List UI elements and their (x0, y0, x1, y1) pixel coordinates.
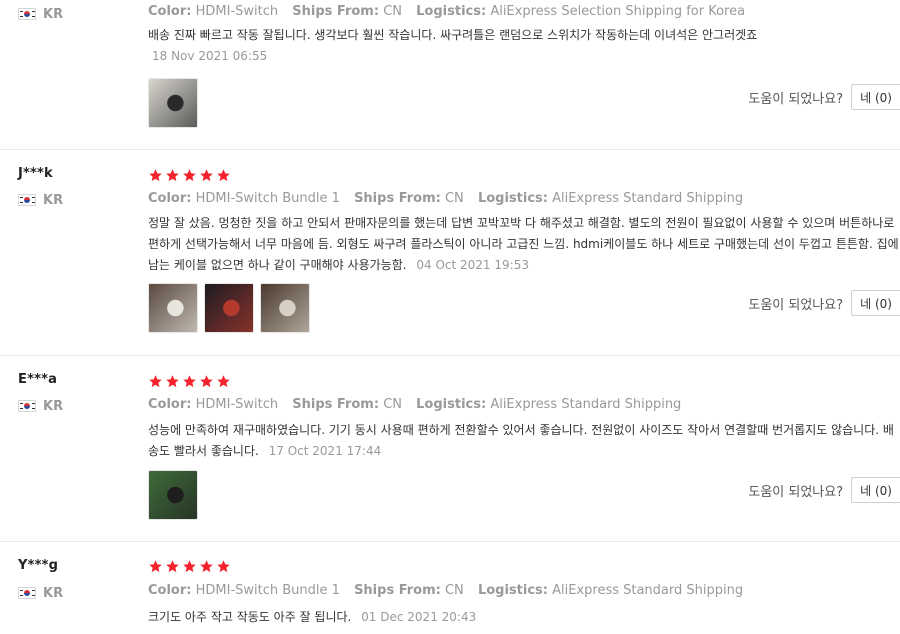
star-icon (166, 375, 179, 388)
review-content: 정말 잘 샀음. 멍청한 짓을 하고 안되서 판매자문의를 했는데 답변 꼬박꼬… (148, 213, 900, 276)
star-icon (200, 169, 213, 182)
logistics-value: AliExpress Standard Shipping (552, 191, 744, 206)
star-icon (217, 560, 230, 573)
country: KR (18, 6, 63, 22)
country-code: KR (43, 398, 64, 414)
review-content: 배송 진짜 빠르고 작동 잘됩니다. 생각보다 훨씬 작습니다. 싸구려틀은 랜… (148, 25, 900, 67)
review-sku-info: Color: HDMI-Switch Bundle 1 Ships From: … (148, 583, 753, 598)
korea-flag-icon (18, 587, 36, 599)
separator (0, 149, 900, 150)
star-icon (166, 169, 179, 182)
review-photos (148, 470, 198, 520)
review-sku-info: Color: HDMI-Switch Bundle 1 Ships From: … (148, 191, 753, 206)
review-photos (148, 78, 198, 128)
color-label: Color: (148, 397, 192, 412)
star-icon (149, 560, 162, 573)
logistics-value: AliExpress Standard Shipping (490, 397, 682, 412)
review-photo[interactable] (148, 470, 198, 520)
color-value: HDMI-Switch Bundle 1 (195, 191, 340, 206)
color-label: Color: (148, 583, 192, 598)
star-rating (148, 168, 231, 183)
ships-from-label: Ships From: (354, 191, 441, 206)
logistics-label: Logistics: (416, 397, 487, 412)
review-content: 크기도 아주 작고 작동도 아주 잘 됩니다. 01 Dec 2021 20:4… (148, 607, 900, 628)
review-photo[interactable] (204, 283, 254, 333)
star-rating (148, 559, 231, 574)
star-rating (148, 374, 231, 389)
star-icon (149, 169, 162, 182)
helpful-section: 도움이 되었나요? 네 (0) (748, 477, 900, 503)
star-icon (217, 169, 230, 182)
review-text: 배송 진짜 빠르고 작동 잘됩니다. 생각보다 훨씬 작습니다. 싸구려틀은 랜… (148, 28, 758, 42)
star-icon (200, 560, 213, 573)
star-icon (166, 560, 179, 573)
logistics-label: Logistics: (477, 191, 548, 206)
helpful-label: 도움이 되었나요? (748, 91, 844, 107)
color-label: Color: (148, 191, 192, 206)
color-value: HDMI-Switch Bundle 1 (195, 583, 340, 598)
country: KR (18, 585, 63, 601)
review-photo[interactable] (260, 283, 310, 333)
ships-from-label: Ships From: (292, 397, 380, 412)
star-icon (183, 375, 196, 388)
ships-from-value: CN (444, 191, 464, 206)
logistics-label: Logistics: (477, 583, 548, 598)
star-icon (217, 375, 230, 388)
review-date: 04 Oct 2021 19:53 (416, 258, 529, 272)
country-code: KR (43, 192, 64, 208)
star-icon (183, 560, 196, 573)
helpful-label: 도움이 되었나요? (748, 484, 844, 500)
review-sku-info: Color: HDMI-Switch Ships From: CN Logist… (148, 397, 691, 412)
review-photos (148, 283, 310, 333)
korea-flag-icon (18, 400, 36, 412)
ships-from-value: CN (383, 4, 402, 19)
review-photo[interactable] (148, 78, 198, 128)
korea-flag-icon (18, 8, 36, 20)
color-label: Color: (148, 4, 192, 19)
helpful-yes-button[interactable]: 네 (0) (851, 84, 900, 110)
star-icon (183, 169, 196, 182)
ships-from-value: CN (444, 583, 464, 598)
helpful-label: 도움이 되었나요? (748, 297, 844, 313)
review-content: 성능에 만족하여 재구매하였습니다. 기기 동시 사용때 편하게 전환할수 있어… (148, 420, 900, 462)
star-icon (149, 375, 162, 388)
helpful-section: 도움이 되었나요? 네 (0) (748, 290, 900, 316)
logistics-value: AliExpress Standard Shipping (552, 583, 744, 598)
logistics-value: AliExpress Selection Shipping for Korea (490, 4, 746, 19)
separator (0, 541, 900, 542)
review-date: 18 Nov 2021 06:55 (152, 49, 268, 63)
korea-flag-icon (18, 194, 36, 206)
ships-from-label: Ships From: (354, 583, 441, 598)
logistics-label: Logistics: (416, 4, 487, 19)
helpful-yes-button[interactable]: 네 (0) (851, 290, 900, 316)
ships-from-value: CN (383, 397, 402, 412)
country-code: KR (43, 585, 64, 601)
ships-from-label: Ships From: (292, 4, 380, 19)
separator (0, 355, 900, 356)
review-text: 성능에 만족하여 재구매하였습니다. 기기 동시 사용때 편하게 전환할수 있어… (148, 423, 894, 458)
star-icon (200, 375, 213, 388)
reviewer-name: Y***g (18, 558, 59, 573)
color-value: HDMI-Switch (195, 397, 279, 412)
review-date: 17 Oct 2021 17:44 (268, 444, 382, 458)
country-code: KR (43, 6, 64, 22)
review-text: 크기도 아주 작고 작동도 아주 잘 됩니다. (148, 610, 352, 624)
review-sku-info: Color: HDMI-Switch Ships From: CN Logist… (148, 4, 755, 19)
reviewer-name: E***a (18, 372, 58, 387)
color-value: HDMI-Switch (195, 4, 279, 19)
review-date: 01 Dec 2021 20:43 (361, 610, 477, 624)
country: KR (18, 192, 63, 208)
helpful-yes-button[interactable]: 네 (0) (851, 477, 900, 503)
review-photo[interactable] (148, 283, 198, 333)
country: KR (18, 398, 63, 414)
reviewer-name: J***k (18, 166, 53, 181)
helpful-section: 도움이 되었나요? 네 (0) (748, 84, 900, 110)
